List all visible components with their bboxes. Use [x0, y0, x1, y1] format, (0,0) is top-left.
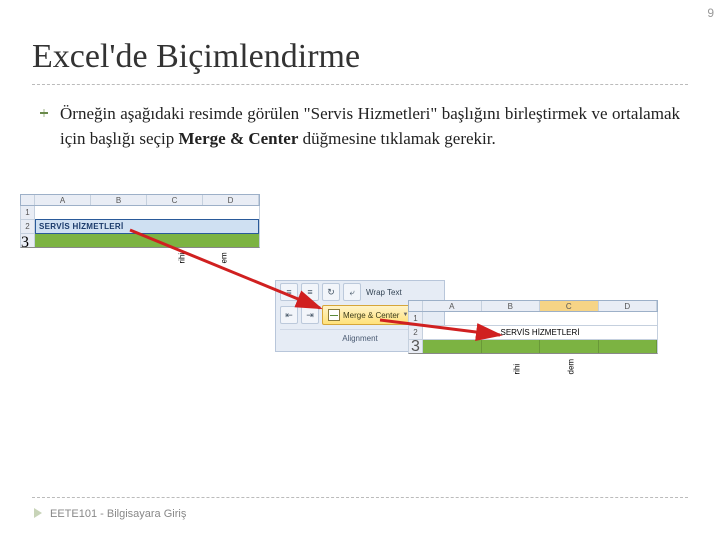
- page-number: 9: [707, 6, 714, 20]
- col-d: D: [203, 195, 259, 205]
- body-text-bold: Merge & Center: [179, 129, 299, 148]
- col-d-2: D: [599, 301, 658, 311]
- excel-after-screenshot: A B C D 1 2 SERVİS HİZMETLERİ 3 rihi dem: [408, 300, 658, 354]
- orientation-icon[interactable]: ↻: [322, 283, 340, 301]
- row-3-green: 3: [20, 234, 260, 248]
- corner-cell-2: [409, 301, 423, 311]
- row2-3-green: 3: [408, 340, 658, 354]
- truncated-labels-2: rihi dem: [510, 363, 578, 372]
- row-num-1: 1: [21, 206, 35, 219]
- col-c: C: [147, 195, 203, 205]
- merge-center-button[interactable]: Merge & Center ▼: [322, 305, 414, 325]
- merge-icon: [328, 309, 340, 321]
- vlabel-2: em: [220, 252, 229, 264]
- row2-1: 1: [408, 312, 658, 326]
- truncated-labels: rihi em: [176, 253, 230, 262]
- col-a-2: A: [423, 301, 482, 311]
- align-middle-icon[interactable]: ≡: [301, 283, 319, 301]
- bullet-icon: [40, 108, 50, 118]
- col-c-2: C: [540, 301, 599, 311]
- row-num-3: 3: [21, 234, 35, 247]
- column-headers: A B C D: [20, 194, 260, 206]
- selected-cells: SERVİS HİZMETLERİ: [35, 219, 259, 234]
- excel-before-screenshot: A B C D 1 2 SERVİS HİZMETLERİ 3 rihi em: [20, 194, 260, 248]
- title-divider: [32, 84, 688, 85]
- vlabel2-2: dem: [567, 361, 576, 375]
- row-2-selected: 2 SERVİS HİZMETLERİ: [20, 220, 260, 234]
- col-b-2: B: [482, 301, 541, 311]
- col-a: A: [35, 195, 91, 205]
- merged-cell: SERVİS HİZMETLERİ: [423, 326, 657, 339]
- slide-title: Excel'de Biçimlendirme: [32, 38, 360, 76]
- wrap-text-label: Wrap Text: [366, 288, 402, 297]
- vlabel-1: rihi: [178, 252, 187, 264]
- wrap-text-button[interactable]: ⤶: [343, 283, 361, 301]
- vlabel2-1: rihi: [513, 361, 522, 375]
- decrease-indent-icon[interactable]: ⇤: [280, 306, 298, 324]
- increase-indent-icon[interactable]: ⇥: [301, 306, 319, 324]
- footer-divider: [32, 497, 688, 498]
- row-1: 1: [20, 206, 260, 220]
- row-num-2: 2: [21, 220, 35, 233]
- body-text-2: düğmesine tıklamak gerekir.: [298, 129, 495, 148]
- body-paragraph: Örneğin aşağıdaki resimde görülen "Servi…: [60, 102, 680, 151]
- merge-center-label: Merge & Center: [343, 311, 399, 320]
- col-b: B: [91, 195, 147, 205]
- align-top-icon[interactable]: ≡: [280, 283, 298, 301]
- column-headers-2: A B C D: [408, 300, 658, 312]
- footer-text: EETE101 - Bilgisayara Giriş: [50, 508, 186, 520]
- footer-triangle-icon: [34, 508, 42, 518]
- row2-2-merged: 2 SERVİS HİZMETLERİ: [408, 326, 658, 340]
- corner-cell: [21, 195, 35, 205]
